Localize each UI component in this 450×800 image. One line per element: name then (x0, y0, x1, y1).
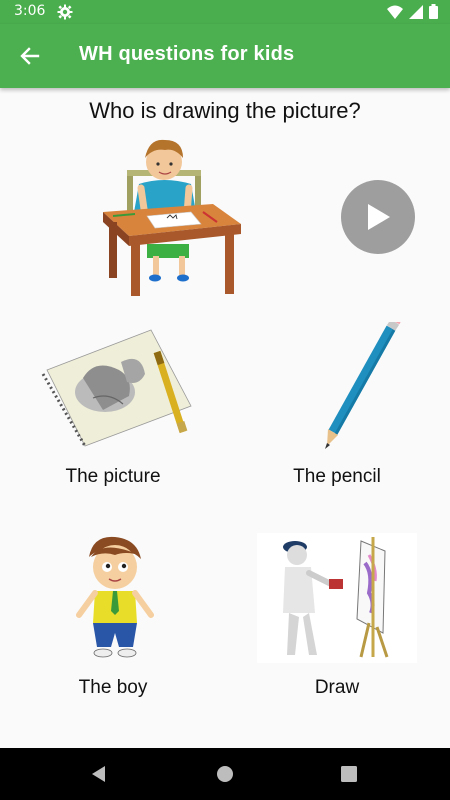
signal-icon (409, 4, 423, 19)
status-bar: 3:06 (0, 0, 450, 24)
option-label: The boy (78, 677, 148, 698)
app-title: WH questions for kids (79, 43, 295, 65)
option-label: The pencil (293, 466, 381, 487)
option-label: Draw (314, 677, 360, 698)
nav-back-button[interactable] (86, 761, 112, 787)
recents-square-icon (341, 766, 357, 782)
pencil-image (325, 315, 402, 449)
boy-image (76, 536, 154, 658)
painter-image (257, 533, 417, 663)
battery-icon (429, 4, 438, 19)
option-label: The picture (65, 466, 161, 487)
nav-home-button[interactable] (212, 761, 238, 787)
question-text: Who is drawing the picture? (89, 98, 361, 123)
back-triangle-icon (92, 766, 105, 782)
gear-icon (57, 4, 73, 20)
app-bar: WH questions for kids (0, 24, 450, 88)
sketchbook-image (41, 329, 192, 447)
option-the-boy[interactable]: The boy (13, 533, 213, 699)
arrow-back-icon (20, 47, 40, 65)
nav-recents-button[interactable] (336, 761, 362, 787)
status-icons (387, 4, 438, 19)
back-button[interactable] (14, 40, 46, 72)
play-audio-button[interactable] (341, 180, 415, 254)
option-the-picture[interactable]: The picture (13, 322, 213, 488)
navigation-bar (0, 748, 450, 800)
option-draw[interactable]: Draw (237, 533, 437, 699)
play-icon (368, 204, 390, 230)
status-time: 3:06 (14, 3, 46, 19)
option-the-pencil[interactable]: The pencil (237, 315, 437, 488)
wifi-icon (387, 5, 403, 19)
home-circle-icon (217, 766, 233, 782)
boy-drawing-image (103, 139, 241, 296)
